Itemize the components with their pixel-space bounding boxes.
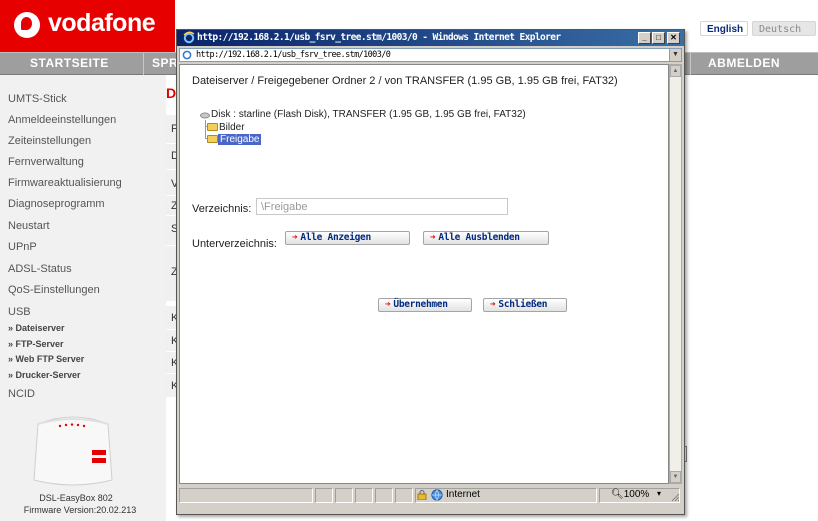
sidebar-item-adsl-status[interactable]: ADSL-Status [8, 263, 72, 275]
popup-heading: Dateiserver / Freigegebener Ordner 2 / v… [192, 75, 618, 87]
sidebar-item-ncid[interactable]: NCID [8, 388, 35, 400]
close-icon[interactable]: ✕ [667, 32, 680, 44]
ie-popup-window[interactable]: http://192.168.2.1/usb_fsrv_tree.stm/100… [176, 29, 685, 515]
sidebar-item-neustart[interactable]: Neustart [8, 220, 50, 232]
vodafone-logo[interactable]: vodafone [0, 0, 175, 52]
globe-icon [431, 489, 443, 501]
close-button[interactable]: ➔ Schließen [483, 298, 567, 312]
nav-divider [690, 53, 691, 76]
sidebar-item-upnp[interactable]: UPnP [8, 241, 37, 253]
tree-folder-freigabe[interactable]: Freigabe [218, 134, 262, 145]
page-icon [182, 50, 192, 60]
show-all-label: Alle Anzeigen [300, 232, 371, 243]
scroll-down-icon[interactable]: ▼ [670, 471, 681, 483]
lock-icon [417, 490, 427, 500]
tree-folder-bilder[interactable]: Bilder [219, 122, 245, 133]
subdirectory-label: Unterverzeichnis: [192, 238, 277, 250]
vertical-scrollbar[interactable]: ▲ ▼ [669, 64, 682, 484]
status-cell [335, 488, 353, 503]
status-cell [179, 488, 313, 503]
ie-icon [183, 31, 195, 44]
status-bar: Internet 🔍︎100% ▾ [179, 487, 682, 504]
apply-label: Übernehmen [393, 299, 448, 310]
nav-startseite[interactable]: STARTSEITE [30, 56, 109, 70]
router-device-image [33, 416, 113, 486]
arrow-right-icon: ➔ [385, 299, 391, 310]
sidebar: UMTS-Stick Anmeldeeinstellungen Zeiteins… [0, 75, 166, 521]
apply-button[interactable]: ➔ Übernehmen [378, 298, 472, 312]
directory-input[interactable] [256, 198, 508, 215]
nav-divider [143, 53, 144, 76]
arrow-right-icon: ➔ [490, 299, 496, 310]
vodafone-logo-icon [14, 12, 40, 38]
zoom-icon: 🔍︎ [611, 489, 624, 500]
language-english-button[interactable]: English [700, 21, 748, 36]
sidebar-item-fernverwaltung[interactable]: Fernverwaltung [8, 156, 84, 168]
sidebar-item-zeiteinstellungen[interactable]: Zeiteinstellungen [8, 135, 91, 147]
zoom-value: 100% [623, 489, 650, 500]
folder-icon [207, 135, 218, 143]
hide-all-label: Alle Ausblenden [438, 232, 520, 243]
status-cell [315, 488, 333, 503]
sidebar-subitem-drucker-server[interactable]: » Drucker-Server [8, 370, 81, 380]
nav-abmelden[interactable]: ABMELDEN [708, 56, 780, 70]
popup-content: Dateiserver / Freigegebener Ordner 2 / v… [179, 64, 669, 484]
sidebar-subitem-web-ftp-server[interactable]: » Web FTP Server [8, 354, 84, 364]
status-cell [375, 488, 393, 503]
folder-icon [207, 123, 218, 131]
tree-disk-node[interactable]: Disk : starline (Flash Disk), TRANSFER (… [211, 109, 526, 120]
status-cell [355, 488, 373, 503]
arrow-right-icon: ➔ [430, 232, 436, 243]
status-cell [395, 488, 413, 503]
language-deutsch-button[interactable]: Deutsch [752, 21, 816, 36]
brand-name: vodafone [48, 9, 156, 37]
chevron-down-icon[interactable]: ▼ [669, 49, 681, 61]
window-titlebar[interactable]: http://192.168.2.1/usb_fsrv_tree.stm/100… [177, 30, 684, 46]
sidebar-item-umts-stick[interactable]: UMTS-Stick [8, 93, 67, 105]
sidebar-item-usb[interactable]: USB [8, 306, 31, 318]
disk-icon [200, 112, 210, 119]
sidebar-subitem-dateiserver[interactable]: » Dateiserver [8, 323, 65, 333]
show-all-button[interactable]: ➔ Alle Anzeigen [285, 231, 410, 245]
device-name: DSL-EasyBox 802 [39, 493, 113, 503]
hide-all-button[interactable]: ➔ Alle Ausblenden [423, 231, 549, 245]
chevron-down-icon[interactable]: ▾ [657, 489, 661, 498]
sidebar-item-qos-einstellungen[interactable]: QoS-Einstellungen [8, 284, 100, 296]
arrow-right-icon: ➔ [292, 232, 298, 243]
resize-grip-icon[interactable] [670, 492, 680, 502]
directory-label: Verzeichnis: [192, 203, 252, 215]
tree-connector [205, 120, 206, 139]
firmware-version: Firmware Version:20.02.213 [23, 505, 137, 515]
sidebar-item-anmeldeeinstellungen[interactable]: Anmeldeeinstellungen [8, 114, 116, 126]
sidebar-subitem-ftp-server[interactable]: » FTP-Server [8, 339, 64, 349]
zoom-level[interactable]: 🔍︎100% [611, 489, 649, 500]
maximize-icon[interactable]: □ [652, 32, 665, 44]
sidebar-item-diagnoseprogramm[interactable]: Diagnoseprogramm [8, 198, 105, 210]
security-zone-label: Internet [446, 489, 480, 500]
sidebar-item-firmwareaktualisierung[interactable]: Firmwareaktualisierung [8, 177, 122, 189]
window-title: http://192.168.2.1/usb_fsrv_tree.stm/100… [197, 32, 561, 43]
address-text[interactable]: http://192.168.2.1/usb_fsrv_tree.stm/100… [196, 50, 391, 60]
scroll-up-icon[interactable]: ▲ [670, 65, 681, 77]
close-label: Schließen [498, 299, 548, 310]
minimize-icon[interactable]: _ [638, 32, 651, 44]
address-bar[interactable]: http://192.168.2.1/usb_fsrv_tree.stm/100… [179, 48, 682, 62]
